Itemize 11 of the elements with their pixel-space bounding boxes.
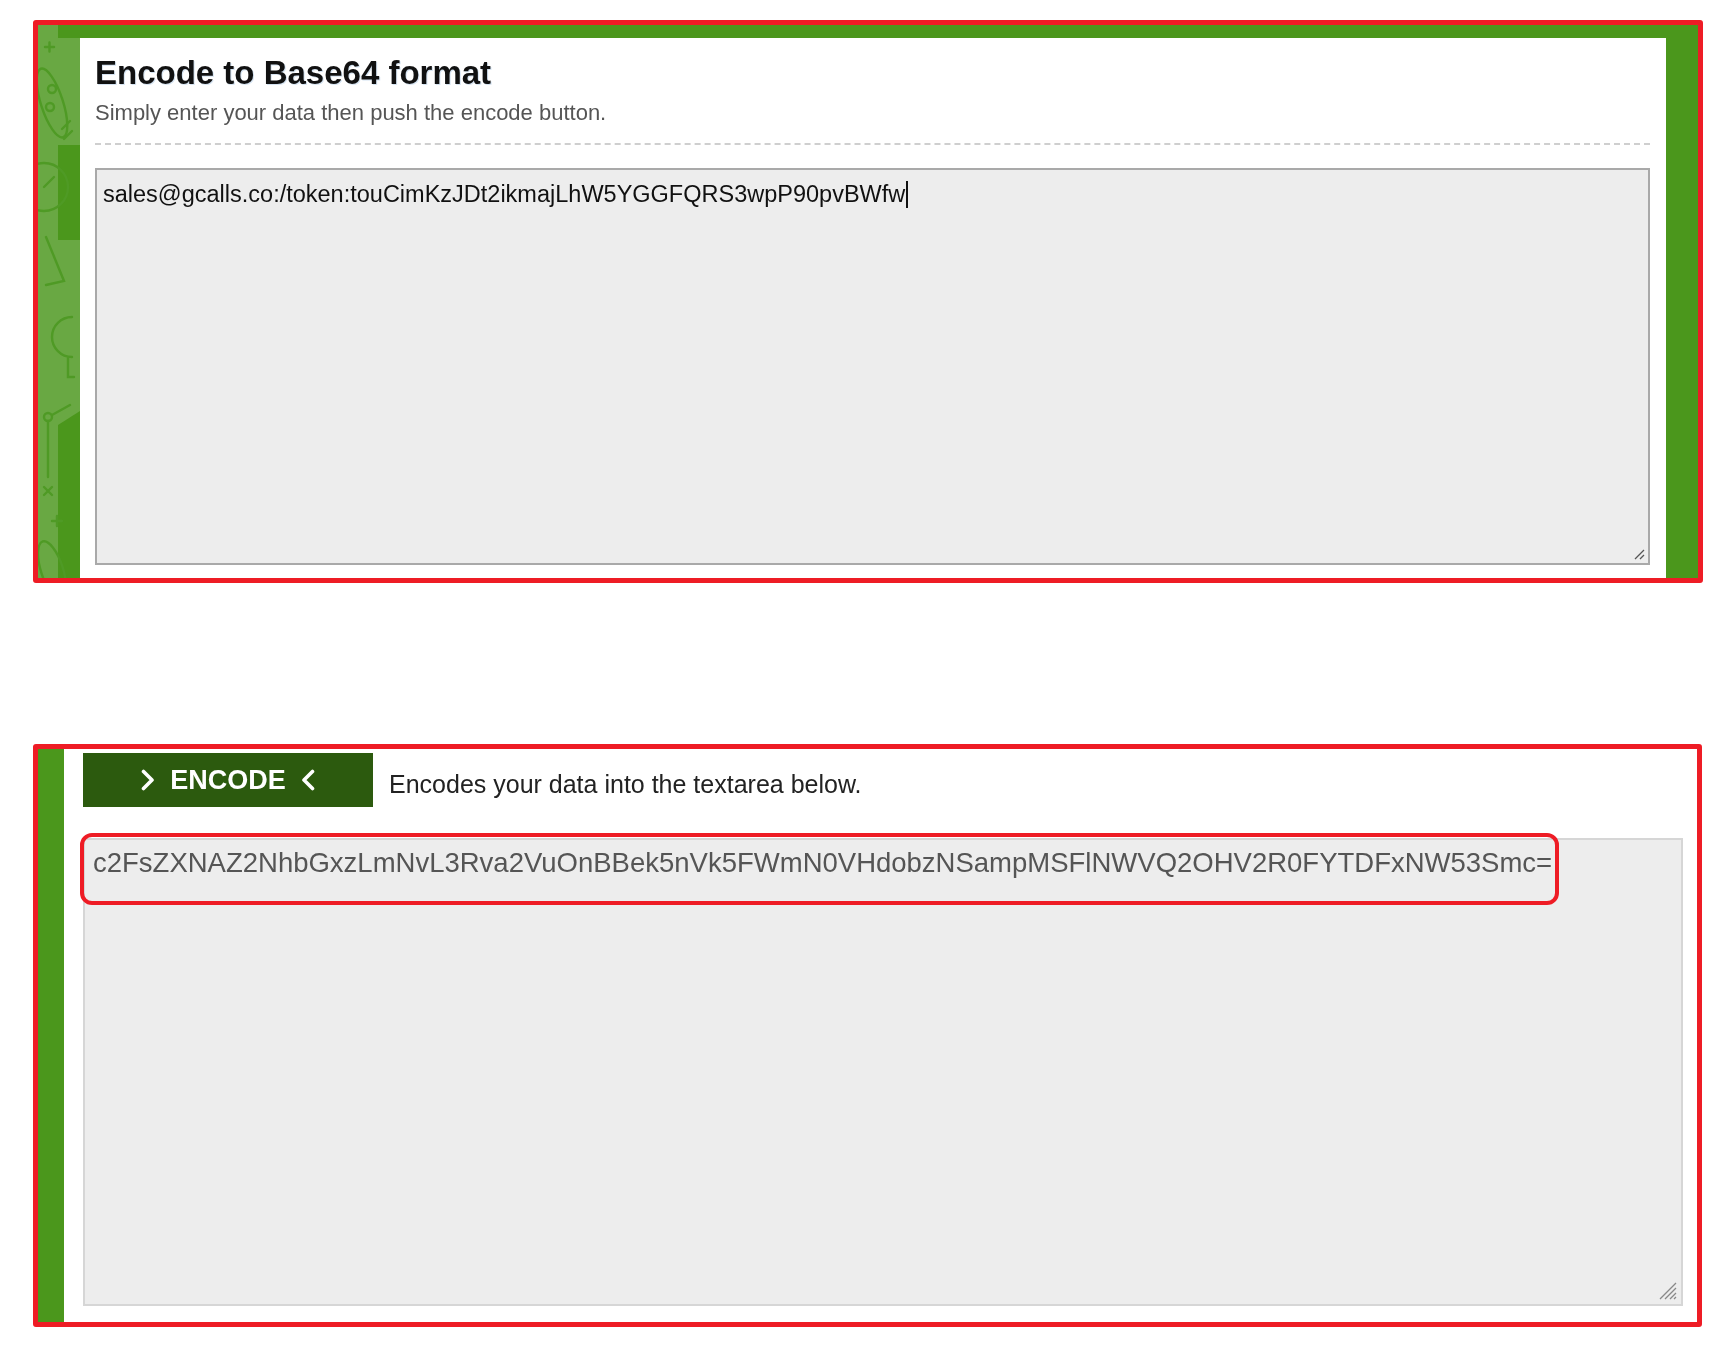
resize-handle-icon[interactable]: [1659, 1282, 1677, 1300]
chevron-right-icon: [141, 769, 156, 791]
encode-button[interactable]: ENCODE: [83, 753, 373, 807]
encoded-text: c2FsZXNAZ2NhbGxzLmNvL3Rva2VuOnBBek5nVk5FWmN0VHdobzNSampMSFlNWVQ2OHV2R0FYTDFxNW53Smc=: [93, 847, 1553, 878]
chevron-left-icon: [300, 769, 315, 791]
button-description: Encodes your data into the textarea below.: [389, 769, 862, 799]
input-textarea[interactable]: sales@gcalls.co:/token:touCimKzJDt2ikmajLhW5YGGFQRS3wpP90pvBWfw: [95, 168, 1650, 565]
resize-handle-icon[interactable]: [1634, 549, 1645, 560]
input-text: sales@gcalls.co:/token:touCimKzJDt2ikmajLhW5YGGFQRS3wpP90pvBWfw: [103, 181, 906, 207]
page-subtitle: Simply enter your data then push the encode button.: [95, 99, 608, 127]
page-title: Encode to Base64 format: [95, 53, 493, 93]
